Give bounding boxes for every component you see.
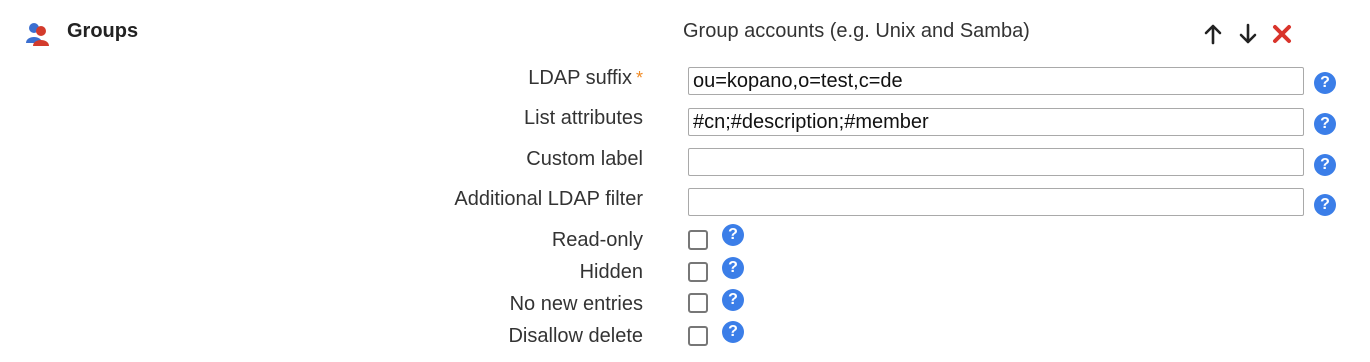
- custom-label-help-icon[interactable]: ?: [1314, 154, 1336, 176]
- arrow-down-icon: [1239, 23, 1257, 44]
- ldap-suffix-input[interactable]: [688, 67, 1304, 95]
- ldap-suffix-help-icon[interactable]: ?: [1314, 72, 1336, 94]
- list-attributes-input[interactable]: [688, 108, 1304, 136]
- move-down-button[interactable]: [1236, 22, 1260, 46]
- custom-label-label: Custom label: [526, 148, 643, 170]
- additional-ldap-filter-input[interactable]: [688, 188, 1304, 216]
- disallow-delete-help-icon[interactable]: ?: [722, 321, 744, 343]
- arrow-up-icon: [1204, 24, 1222, 45]
- no-new-entries-checkbox[interactable]: [688, 293, 708, 313]
- disallow-delete-checkbox[interactable]: [688, 326, 708, 346]
- groups-icon: [24, 21, 52, 47]
- custom-label-input[interactable]: [688, 148, 1304, 176]
- ldap-suffix-label: LDAP suffix *: [528, 67, 643, 89]
- additional-ldap-filter-help-icon[interactable]: ?: [1314, 194, 1336, 216]
- hidden-checkbox[interactable]: [688, 262, 708, 282]
- list-attributes-help-icon[interactable]: ?: [1314, 113, 1336, 135]
- remove-icon: [1273, 25, 1291, 43]
- hidden-label: Hidden: [579, 261, 643, 283]
- remove-button[interactable]: [1270, 22, 1294, 46]
- required-marker: *: [635, 68, 643, 88]
- move-up-button[interactable]: [1201, 22, 1225, 46]
- no-new-entries-help-icon[interactable]: ?: [722, 289, 744, 311]
- additional-ldap-filter-label: Additional LDAP filter: [454, 188, 643, 210]
- hidden-help-icon[interactable]: ?: [722, 257, 744, 279]
- section-title: Groups: [67, 20, 139, 42]
- read-only-help-icon[interactable]: ?: [722, 224, 744, 246]
- section-description: Group accounts (e.g. Unix and Samba): [683, 20, 1030, 42]
- read-only-checkbox[interactable]: [688, 230, 708, 250]
- read-only-label: Read-only: [551, 229, 643, 251]
- list-attributes-label: List attributes: [524, 107, 643, 129]
- no-new-entries-label: No new entries: [509, 293, 643, 315]
- disallow-delete-label: Disallow delete: [508, 325, 643, 347]
